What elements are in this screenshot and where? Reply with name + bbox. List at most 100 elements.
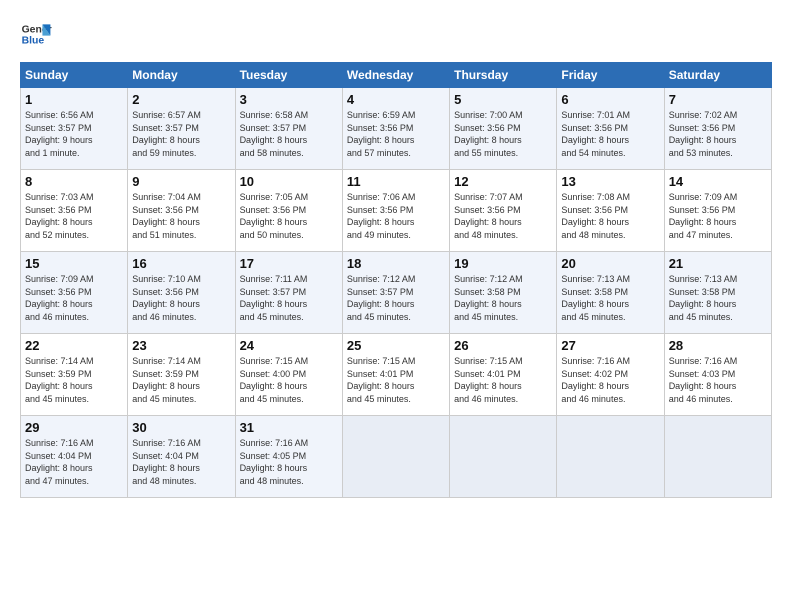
calendar-week-row: 8Sunrise: 7:03 AM Sunset: 3:56 PM Daylig…: [21, 170, 772, 252]
calendar-day-cell: 26 Sunrise: 7:15 AM Sunset: 4:01 PM Dayli…: [450, 334, 557, 416]
day-info: Sunrise: 7:15 AM Sunset: 4:01 PM Dayligh…: [347, 355, 445, 405]
calendar-day-cell: 19 Sunrise: 7:12 AM Sunset: 3:58 PM Dayli…: [450, 252, 557, 334]
day-info: Sunrise: 7:05 AM Sunset: 3:56 PM Dayligh…: [240, 191, 338, 241]
calendar-day-cell: 17 Sunrise: 7:11 AM Sunset: 3:57 PM Dayli…: [235, 252, 342, 334]
day-number: 16: [132, 256, 230, 271]
day-info: Sunrise: 7:16 AM Sunset: 4:04 PM Dayligh…: [132, 437, 230, 487]
day-info: Sunrise: 7:15 AM Sunset: 4:00 PM Dayligh…: [240, 355, 338, 405]
day-number: 4: [347, 92, 445, 107]
calendar-day-cell: 25 Sunrise: 7:15 AM Sunset: 4:01 PM Dayli…: [342, 334, 449, 416]
weekday-header-tuesday: Tuesday: [235, 63, 342, 88]
day-info: Sunrise: 7:09 AM Sunset: 3:56 PM Dayligh…: [25, 273, 123, 323]
day-number: 5: [454, 92, 552, 107]
day-number: 24: [240, 338, 338, 353]
calendar-day-cell: [557, 416, 664, 498]
calendar-day-cell: 20Sunrise: 7:13 AM Sunset: 3:58 PM Dayli…: [557, 252, 664, 334]
calendar-day-cell: 21 Sunrise: 7:13 AM Sunset: 3:58 PM Dayli…: [664, 252, 771, 334]
day-info: Sunrise: 7:02 AM Sunset: 3:56 PM Dayligh…: [669, 109, 767, 159]
calendar-week-row: 22Sunrise: 7:14 AM Sunset: 3:59 PM Dayli…: [21, 334, 772, 416]
calendar-day-cell: [664, 416, 771, 498]
day-number: 17: [240, 256, 338, 271]
day-info: Sunrise: 7:16 AM Sunset: 4:05 PM Dayligh…: [240, 437, 338, 487]
day-info: Sunrise: 7:15 AM Sunset: 4:01 PM Dayligh…: [454, 355, 552, 405]
day-info: Sunrise: 7:11 AM Sunset: 3:57 PM Dayligh…: [240, 273, 338, 323]
logo: General Blue: [20, 18, 52, 50]
weekday-header-sunday: Sunday: [21, 63, 128, 88]
day-info: Sunrise: 7:03 AM Sunset: 3:56 PM Dayligh…: [25, 191, 123, 241]
calendar-table: SundayMondayTuesdayWednesdayThursdayFrid…: [20, 62, 772, 498]
calendar-day-cell: 23 Sunrise: 7:14 AM Sunset: 3:59 PM Dayli…: [128, 334, 235, 416]
calendar-day-cell: 4 Sunrise: 6:59 AM Sunset: 3:56 PM Daylig…: [342, 88, 449, 170]
day-number: 3: [240, 92, 338, 107]
calendar-day-cell: 16 Sunrise: 7:10 AM Sunset: 3:56 PM Dayli…: [128, 252, 235, 334]
weekday-header-row: SundayMondayTuesdayWednesdayThursdayFrid…: [21, 63, 772, 88]
day-number: 26: [454, 338, 552, 353]
calendar-page: General Blue SundayMondayTuesdayWednesda…: [0, 0, 792, 508]
calendar-day-cell: 11 Sunrise: 7:06 AM Sunset: 3:56 PM Dayli…: [342, 170, 449, 252]
day-number: 9: [132, 174, 230, 189]
calendar-day-cell: 8Sunrise: 7:03 AM Sunset: 3:56 PM Daylig…: [21, 170, 128, 252]
day-number: 25: [347, 338, 445, 353]
calendar-day-cell: 27 Sunrise: 7:16 AM Sunset: 4:02 PM Dayli…: [557, 334, 664, 416]
calendar-day-cell: 13 Sunrise: 7:08 AM Sunset: 3:56 PM Dayli…: [557, 170, 664, 252]
calendar-day-cell: 15Sunrise: 7:09 AM Sunset: 3:56 PM Dayli…: [21, 252, 128, 334]
calendar-day-cell: 14Sunrise: 7:09 AM Sunset: 3:56 PM Dayli…: [664, 170, 771, 252]
calendar-day-cell: 28Sunrise: 7:16 AM Sunset: 4:03 PM Dayli…: [664, 334, 771, 416]
day-info: Sunrise: 7:12 AM Sunset: 3:58 PM Dayligh…: [454, 273, 552, 323]
weekday-header-friday: Friday: [557, 63, 664, 88]
weekday-header-wednesday: Wednesday: [342, 63, 449, 88]
calendar-day-cell: 29 Sunrise: 7:16 AM Sunset: 4:04 PM Dayli…: [21, 416, 128, 498]
calendar-day-cell: 24 Sunrise: 7:15 AM Sunset: 4:00 PM Dayli…: [235, 334, 342, 416]
day-info: Sunrise: 7:16 AM Sunset: 4:02 PM Dayligh…: [561, 355, 659, 405]
calendar-day-cell: [450, 416, 557, 498]
calendar-day-cell: [342, 416, 449, 498]
calendar-day-cell: 1 Sunrise: 6:56 AM Sunset: 3:57 PM Daylig…: [21, 88, 128, 170]
day-info: Sunrise: 7:16 AM Sunset: 4:04 PM Dayligh…: [25, 437, 123, 487]
day-info: Sunrise: 6:56 AM Sunset: 3:57 PM Dayligh…: [25, 109, 123, 159]
day-info: Sunrise: 7:08 AM Sunset: 3:56 PM Dayligh…: [561, 191, 659, 241]
day-number: 2: [132, 92, 230, 107]
calendar-day-cell: 18Sunrise: 7:12 AM Sunset: 3:57 PM Dayli…: [342, 252, 449, 334]
calendar-week-row: 1 Sunrise: 6:56 AM Sunset: 3:57 PM Daylig…: [21, 88, 772, 170]
day-number: 1: [25, 92, 123, 107]
calendar-day-cell: 9 Sunrise: 7:04 AM Sunset: 3:56 PM Daylig…: [128, 170, 235, 252]
day-number: 13: [561, 174, 659, 189]
day-info: Sunrise: 7:14 AM Sunset: 3:59 PM Dayligh…: [132, 355, 230, 405]
calendar-day-cell: 7 Sunrise: 7:02 AM Sunset: 3:56 PM Daylig…: [664, 88, 771, 170]
day-info: Sunrise: 6:57 AM Sunset: 3:57 PM Dayligh…: [132, 109, 230, 159]
day-info: Sunrise: 7:12 AM Sunset: 3:57 PM Dayligh…: [347, 273, 445, 323]
day-number: 27: [561, 338, 659, 353]
day-info: Sunrise: 7:00 AM Sunset: 3:56 PM Dayligh…: [454, 109, 552, 159]
day-number: 7: [669, 92, 767, 107]
calendar-day-cell: 10 Sunrise: 7:05 AM Sunset: 3:56 PM Dayli…: [235, 170, 342, 252]
calendar-day-cell: 22Sunrise: 7:14 AM Sunset: 3:59 PM Dayli…: [21, 334, 128, 416]
calendar-day-cell: 2 Sunrise: 6:57 AM Sunset: 3:57 PM Daylig…: [128, 88, 235, 170]
day-number: 14: [669, 174, 767, 189]
day-number: 29: [25, 420, 123, 435]
calendar-week-row: 15Sunrise: 7:09 AM Sunset: 3:56 PM Dayli…: [21, 252, 772, 334]
day-info: Sunrise: 7:10 AM Sunset: 3:56 PM Dayligh…: [132, 273, 230, 323]
day-info: Sunrise: 7:14 AM Sunset: 3:59 PM Dayligh…: [25, 355, 123, 405]
day-info: Sunrise: 7:13 AM Sunset: 3:58 PM Dayligh…: [669, 273, 767, 323]
calendar-day-cell: 5 Sunrise: 7:00 AM Sunset: 3:56 PM Daylig…: [450, 88, 557, 170]
calendar-day-cell: 31 Sunrise: 7:16 AM Sunset: 4:05 PM Dayli…: [235, 416, 342, 498]
day-number: 30: [132, 420, 230, 435]
day-info: Sunrise: 7:13 AM Sunset: 3:58 PM Dayligh…: [561, 273, 659, 323]
day-info: Sunrise: 6:58 AM Sunset: 3:57 PM Dayligh…: [240, 109, 338, 159]
calendar-week-row: 29 Sunrise: 7:16 AM Sunset: 4:04 PM Dayli…: [21, 416, 772, 498]
logo-icon: General Blue: [20, 18, 52, 50]
day-info: Sunrise: 6:59 AM Sunset: 3:56 PM Dayligh…: [347, 109, 445, 159]
calendar-day-cell: 6Sunrise: 7:01 AM Sunset: 3:56 PM Daylig…: [557, 88, 664, 170]
calendar-day-cell: 12Sunrise: 7:07 AM Sunset: 3:56 PM Dayli…: [450, 170, 557, 252]
day-number: 10: [240, 174, 338, 189]
day-number: 21: [669, 256, 767, 271]
day-number: 19: [454, 256, 552, 271]
day-info: Sunrise: 7:04 AM Sunset: 3:56 PM Dayligh…: [132, 191, 230, 241]
svg-text:Blue: Blue: [22, 36, 45, 47]
day-info: Sunrise: 7:01 AM Sunset: 3:56 PM Dayligh…: [561, 109, 659, 159]
day-info: Sunrise: 7:06 AM Sunset: 3:56 PM Dayligh…: [347, 191, 445, 241]
day-info: Sunrise: 7:16 AM Sunset: 4:03 PM Dayligh…: [669, 355, 767, 405]
day-number: 11: [347, 174, 445, 189]
day-number: 23: [132, 338, 230, 353]
day-number: 31: [240, 420, 338, 435]
